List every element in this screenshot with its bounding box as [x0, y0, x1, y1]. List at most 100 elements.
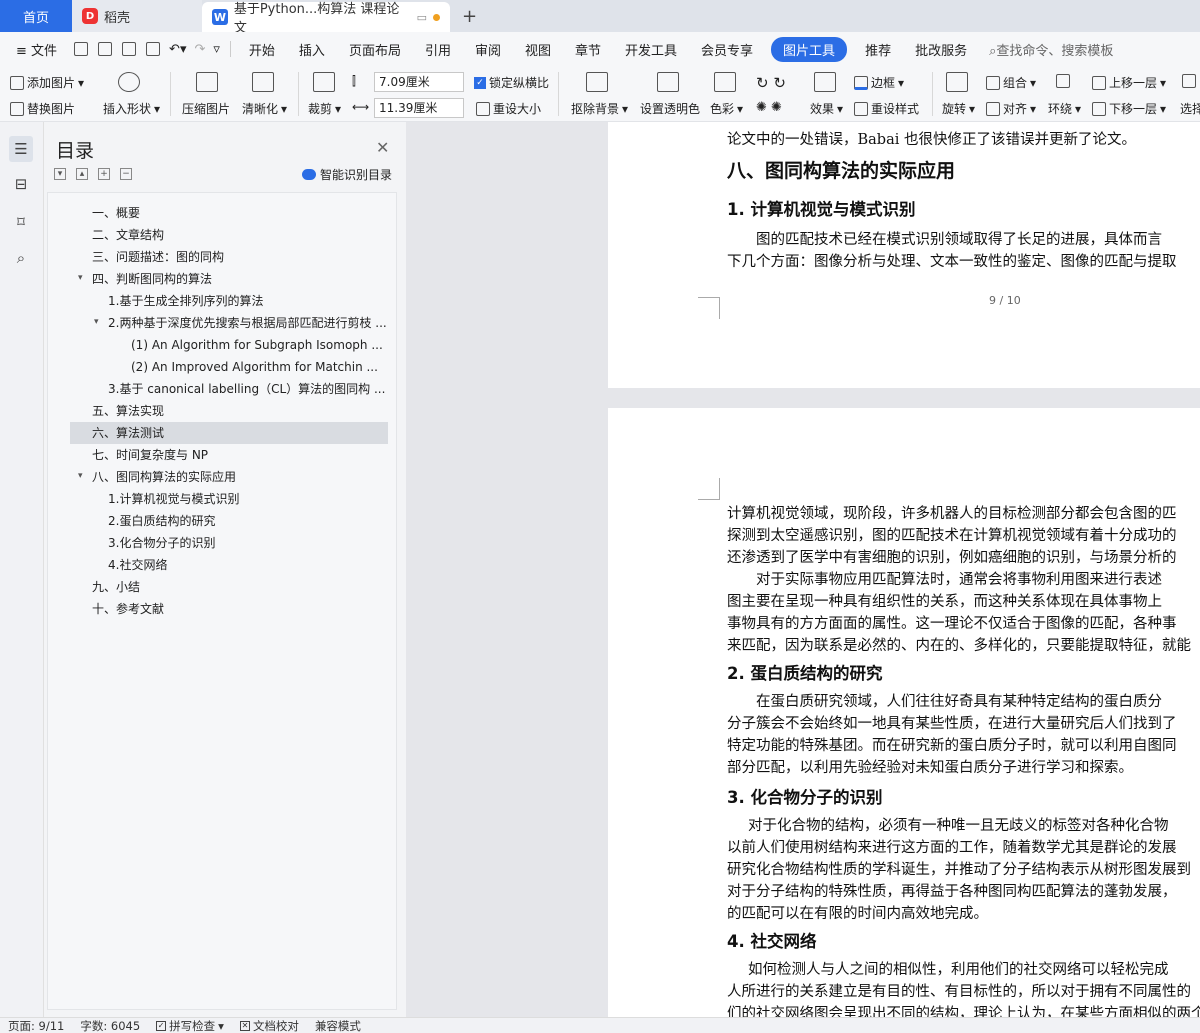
page-indicator[interactable]: 页面: 9/11 [0, 1018, 72, 1033]
toc-panel-icon[interactable]: ☰ [9, 136, 33, 162]
page-corner-mark [698, 297, 720, 319]
insert-shape-button[interactable]: 插入形状 ▾ [103, 100, 160, 117]
reset-size-icon [476, 101, 490, 116]
menu-item[interactable]: 开始 [237, 40, 287, 59]
align-button[interactable]: 对齐 ▾ [986, 100, 1036, 117]
expand-icon[interactable]: ▾ [54, 168, 66, 180]
width-value: 11.39厘米 [379, 101, 438, 115]
toc-item[interactable]: 1.基于生成全排列序列的算法 [108, 290, 263, 312]
toc-item[interactable]: 3.基于 canonical labelling（CL）算法的图同构 ... [108, 378, 385, 400]
compress-image-button[interactable]: 压缩图片 [182, 100, 230, 117]
search-icon[interactable]: ⌕ [11, 248, 31, 268]
border-button[interactable]: 边框 ▾ [854, 74, 904, 91]
toc-item[interactable]: (2) An Improved Algorithm for Matchin ..… [131, 356, 378, 378]
height-input[interactable]: 7.09厘米 [374, 72, 464, 92]
chevron-down-icon[interactable]: ▾ [94, 317, 99, 327]
toc-item[interactable]: 十、参考文献 [92, 598, 164, 620]
undo-icon[interactable]: ↶▾ [169, 42, 186, 57]
chevron-down-icon[interactable]: ▾ [78, 471, 83, 481]
toc-item[interactable]: 七、时间复杂度与 NP [92, 444, 208, 466]
print-icon[interactable] [122, 42, 137, 56]
color-button[interactable]: 色彩 ▾ [710, 100, 743, 117]
brightness-icon[interactable]: ↻ ↻ [756, 74, 786, 92]
select-button[interactable]: 选择 [1180, 100, 1200, 117]
page-number: 9 / 10 [989, 294, 1021, 307]
document-area: 论文中的一处错误，Babai 也很快修正了该错误并更新了论文。 八、图同构算法的… [406, 122, 1200, 1017]
tab-daoke[interactable]: D 稻壳 [72, 0, 202, 32]
screen-icon[interactable]: ▭ [417, 11, 427, 24]
send-backward-button[interactable]: 下移一层 ▾ [1092, 100, 1166, 117]
menu-file[interactable]: ≡ 文件 [0, 40, 69, 59]
menu-item[interactable]: 推荐 [853, 40, 903, 59]
toc-item[interactable]: 九、小结 [92, 576, 140, 598]
add-image-label: 添加图片 [27, 76, 76, 90]
close-icon[interactable]: ✕ [376, 138, 389, 157]
bookmark-icon[interactable]: ⌑ [11, 212, 31, 232]
lock-ratio-checkbox[interactable]: ✓ 锁定纵横比 [474, 74, 549, 91]
width-input[interactable]: 11.39厘米 [374, 98, 464, 118]
collapse-icon[interactable]: ▴ [76, 168, 88, 180]
menu-item[interactable]: 插入 [287, 40, 337, 59]
menu-item[interactable]: 页面布局 [337, 40, 413, 59]
navigation-icon[interactable]: ⊟ [11, 174, 31, 194]
chevron-down-icon[interactable]: ▾ [78, 273, 83, 283]
bring-forward-button[interactable]: 上移一层 ▾ [1092, 74, 1166, 91]
menu-item[interactable]: 图片工具 [771, 36, 848, 62]
section-heading: 八、图同构算法的实际应用 [727, 160, 956, 182]
menu-item[interactable]: 章节 [563, 40, 613, 59]
menu-item[interactable]: 开发工具 [613, 40, 689, 59]
toc-item[interactable]: 四、判断图同构的算法 [92, 268, 212, 290]
paragraph-line: 探测到太空遥感识别，图的匹配技术在计算机视觉领域有着十分成功的 [727, 528, 1177, 544]
rotate-button[interactable]: 旋转 ▾ [942, 100, 975, 117]
reset-size-button[interactable]: 重设大小 [476, 100, 541, 117]
toc-item[interactable]: 1.计算机视觉与模式识别 [108, 488, 239, 510]
toc-item[interactable]: 3.化合物分子的识别 [108, 532, 215, 554]
toc-item[interactable]: 二、文章结构 [92, 224, 164, 246]
add-image-button[interactable]: 添加图片 ▾ [10, 74, 84, 91]
more-icon[interactable]: ▿ [213, 42, 220, 57]
remove-bg-button[interactable]: 抠除背景 ▾ [571, 100, 628, 117]
clarify-glyph-icon [252, 72, 274, 92]
proofread-button[interactable]: ✕ 文档校对 [232, 1018, 307, 1033]
tab-home[interactable]: 首页 [0, 0, 72, 32]
clarify-button[interactable]: 清晰化 ▾ [242, 100, 287, 117]
toc-tools: ▾ ▴ + − [54, 168, 132, 180]
crop-button[interactable]: 裁剪 ▾ [308, 100, 341, 117]
export-icon[interactable] [98, 42, 113, 56]
toc-item[interactable]: 2.两种基于深度优先搜索与根据局部匹配进行剪枝 ... [108, 312, 387, 334]
tab-document[interactable]: W 基于Python...构算法 课程论文 ▭ [202, 2, 450, 36]
toc-item[interactable]: 2.蛋白质结构的研究 [108, 510, 215, 532]
group-button[interactable]: 组合 ▾ [986, 74, 1036, 91]
toc-item[interactable]: 六、算法测试 [92, 422, 164, 444]
save-icon[interactable] [74, 42, 89, 56]
effect-button[interactable]: 效果 ▾ [810, 100, 843, 117]
smart-toc-button[interactable]: 智能识别目录 [302, 166, 392, 183]
subsection-heading: 1. 计算机视觉与模式识别 [727, 200, 916, 219]
menu-item[interactable]: 批改服务 [903, 40, 979, 59]
wrap-button[interactable]: 环绕 ▾ [1048, 100, 1081, 117]
toc-item[interactable]: 4.社交网络 [108, 554, 167, 576]
set-transparent-button[interactable]: 设置透明色 [640, 100, 700, 117]
unsaved-dot-icon [433, 13, 441, 21]
remove-level-icon[interactable]: − [120, 168, 132, 180]
toc-item[interactable]: (1) An Algorithm for Subgraph Isomoph ..… [131, 334, 383, 356]
add-level-icon[interactable]: + [98, 168, 110, 180]
preview-icon[interactable] [146, 42, 161, 56]
menu-item[interactable]: 审阅 [463, 40, 513, 59]
new-tab-button[interactable]: + [450, 0, 489, 32]
toc-item[interactable]: 三、问题描述：图的同构 [92, 246, 224, 268]
menu-item[interactable]: 视图 [513, 40, 563, 59]
menu-item[interactable]: 引用 [413, 40, 463, 59]
toc-item[interactable]: 五、算法实现 [92, 400, 164, 422]
replace-image-button[interactable]: 替换图片 [10, 100, 75, 117]
menu-item[interactable]: 会员专享 [689, 40, 765, 59]
toc-item[interactable]: 八、图同构算法的实际应用 [92, 466, 236, 488]
reset-style-button[interactable]: 重设样式 [854, 100, 919, 117]
spell-check-button[interactable]: ✓ 拼写检查 ▾ [148, 1018, 232, 1033]
word-count[interactable]: 字数: 6045 [72, 1018, 148, 1033]
toc-item[interactable]: 一、概要 [92, 202, 140, 224]
redo-icon[interactable]: ↷ [194, 42, 205, 57]
command-search[interactable]: ⌕查找命令、搜索模板 [979, 40, 1113, 59]
contrast-icon[interactable]: ✺ ✺ [756, 100, 782, 115]
group-icon [986, 75, 1000, 90]
